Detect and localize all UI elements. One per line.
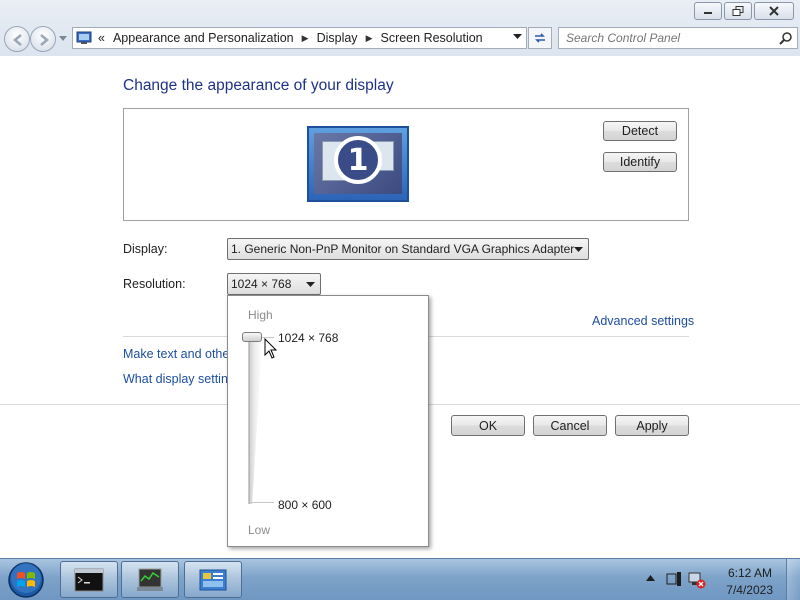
chevron-down-icon[interactable] [513, 34, 522, 40]
low-label: Low [248, 523, 271, 537]
taskbar-item-command-prompt[interactable] [60, 561, 118, 598]
restore-button[interactable] [724, 2, 752, 20]
breadcrumb: « Appearance and Personalization ▶ Displ… [98, 31, 483, 45]
display-select[interactable]: 1. Generic Non-PnP Monitor on Standard V… [227, 238, 589, 260]
taskbar-item-control-panel[interactable] [184, 561, 242, 598]
breadcrumb-appearance[interactable]: Appearance and Personalization [113, 31, 294, 45]
monitor-number: 1 [334, 136, 382, 184]
slider-tick [248, 502, 274, 503]
breadcrumb-display[interactable]: Display [317, 31, 358, 45]
minimize-button[interactable] [694, 2, 722, 20]
recent-pages-dropdown-icon[interactable] [59, 36, 67, 42]
detect-button[interactable]: Detect [603, 121, 677, 141]
resolution-slider-popup: High 1024 × 768 800 × 600 Low [227, 295, 429, 547]
page-title: Change the appearance of your display [123, 77, 394, 94]
text-size-link[interactable]: Make text and other [123, 347, 233, 361]
mouse-cursor-icon [264, 338, 278, 359]
monitor-1-icon[interactable]: 1 [307, 126, 409, 202]
start-button-icon[interactable] [4, 560, 48, 600]
control-panel-icon [76, 31, 92, 44]
chevron-right-icon[interactable]: ▶ [302, 33, 309, 44]
breadcrumb-screen-resolution[interactable]: Screen Resolution [380, 31, 482, 45]
close-button[interactable] [754, 2, 794, 20]
control-panel-icon [199, 569, 227, 590]
chevron-down-icon [574, 247, 583, 252]
cancel-button[interactable]: Cancel [533, 415, 607, 436]
command-prompt-icon [74, 568, 104, 591]
search-icon[interactable] [779, 31, 793, 45]
restore-icon [732, 6, 744, 16]
high-label: High [248, 308, 273, 322]
taskbar: 6:12 AM 7/4/2023 [0, 558, 800, 600]
resolution-select-value: 1024 × 768 [231, 277, 292, 291]
minimize-icon [704, 12, 712, 14]
address-bar[interactable]: « Appearance and Personalization ▶ Displ… [72, 27, 527, 49]
refresh-icon [535, 33, 545, 43]
show-hidden-icons-icon[interactable] [646, 575, 655, 581]
resolution-label: Resolution: [123, 277, 186, 291]
breadcrumb-overflow[interactable]: « [98, 31, 105, 45]
min-resolution-label: 800 × 600 [278, 498, 332, 512]
taskbar-item-network-monitor[interactable] [121, 561, 179, 598]
display-settings-help-link[interactable]: What display setting [123, 372, 235, 386]
action-center-icon[interactable] [666, 571, 682, 587]
resolution-slider-thumb[interactable] [242, 332, 262, 342]
chevron-down-icon [306, 282, 315, 287]
advanced-settings-link[interactable]: Advanced settings [592, 314, 694, 328]
window-controls [694, 2, 794, 20]
back-arrow-icon [13, 34, 22, 46]
apply-button[interactable]: Apply [615, 415, 689, 436]
close-icon [769, 6, 779, 16]
search-input[interactable] [559, 28, 774, 48]
clock-date[interactable]: 7/4/2023 [726, 583, 773, 597]
resolution-select[interactable]: 1024 × 768 [227, 273, 321, 295]
show-desktop-button[interactable] [786, 559, 800, 600]
ok-button[interactable]: OK [451, 415, 525, 436]
back-button[interactable] [4, 26, 30, 52]
network-disconnected-icon[interactable] [688, 571, 706, 589]
refresh-button[interactable] [528, 27, 552, 49]
display-label: Display: [123, 242, 168, 256]
max-resolution-label: 1024 × 768 [278, 331, 339, 345]
forward-button[interactable] [30, 26, 56, 52]
search-box[interactable] [558, 27, 798, 49]
system-tray: 6:12 AM 7/4/2023 [630, 559, 800, 600]
display-select-value: 1. Generic Non-PnP Monitor on Standard V… [231, 242, 575, 256]
network-monitor-icon [137, 568, 163, 591]
clock-time[interactable]: 6:12 AM [728, 566, 772, 580]
slider-track-edge [249, 336, 250, 504]
identify-button[interactable]: Identify [603, 152, 677, 172]
slider-track[interactable] [248, 342, 262, 504]
chevron-right-icon[interactable]: ▶ [366, 33, 373, 44]
forward-arrow-icon [40, 34, 49, 46]
